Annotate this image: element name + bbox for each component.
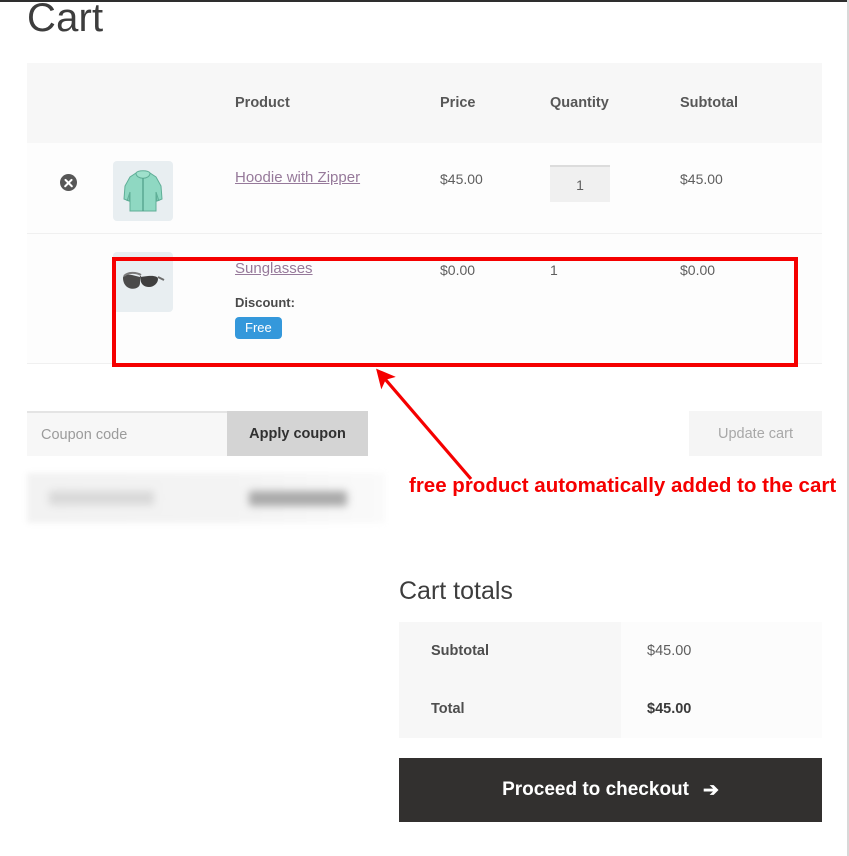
cart-table-body: Hoodie with Zipper $45.00 $45.00 xyxy=(27,143,822,364)
cart-page: Cart Product Price Quantity Subtotal Hoo… xyxy=(0,0,849,856)
hoodie-with-zipper-thumbnail[interactable] xyxy=(113,161,173,221)
totals-label-total: Total xyxy=(399,680,621,738)
product-name-cell: Hoodie with Zipper xyxy=(235,143,440,234)
column-header-price: Price xyxy=(440,95,476,111)
update-cart-button[interactable]: Update cart xyxy=(689,411,822,456)
column-header-product: Product xyxy=(235,95,290,111)
column-header-subtotal: Subtotal xyxy=(680,95,738,111)
redacted-value xyxy=(249,491,347,506)
cart-table-header: Product Price Quantity Subtotal xyxy=(27,63,822,143)
discount-label: Discount: xyxy=(235,294,295,310)
apply-coupon-button[interactable]: Apply coupon xyxy=(227,411,368,456)
totals-label-subtotal: Subtotal xyxy=(399,622,621,680)
column-header-thumbnail xyxy=(113,63,235,143)
cart-table: Product Price Quantity Subtotal Hoodie w… xyxy=(27,63,822,364)
product-link-sunglasses[interactable]: Sunglasses xyxy=(235,260,313,277)
checkout-button-label: Proceed to checkout xyxy=(502,779,689,800)
coupon-code-input[interactable] xyxy=(27,411,227,456)
price-cell: $45.00 xyxy=(440,143,550,234)
table-row: Total $45.00 xyxy=(399,680,822,738)
page-title: Cart xyxy=(27,0,104,40)
remove-cell xyxy=(27,143,113,234)
table-header-row: Product Price Quantity Subtotal xyxy=(27,63,822,143)
subtotal-cell: $45.00 xyxy=(680,143,822,234)
thumbnail-cell xyxy=(113,143,235,234)
column-header-remove xyxy=(27,63,113,143)
arrow-right-icon: ➔ xyxy=(702,779,719,801)
thumbnail-cell xyxy=(113,233,235,364)
remove-cell xyxy=(27,233,113,364)
subtotal-cell: $0.00 xyxy=(680,233,822,364)
price-cell: $0.00 xyxy=(440,233,550,364)
redacted-blurred-row xyxy=(27,473,385,523)
top-border xyxy=(0,0,849,2)
product-link-hoodie-with-zipper[interactable]: Hoodie with Zipper xyxy=(235,169,360,186)
status-badge-free: Free xyxy=(235,316,282,339)
cart-totals-table: Subtotal $45.00 Total $45.00 xyxy=(399,622,822,738)
sunglasses-thumbnail[interactable] xyxy=(113,251,173,312)
totals-value-total: $45.00 xyxy=(621,680,822,738)
totals-value-subtotal: $45.00 xyxy=(621,622,822,680)
proceed-to-checkout-button[interactable]: Proceed to checkout ➔ xyxy=(399,758,822,822)
cart-totals-title: Cart totals xyxy=(399,577,513,605)
column-header-quantity: Quantity xyxy=(550,95,609,111)
annotation-text: free product automatically added to the … xyxy=(409,474,837,497)
quantity-cell xyxy=(550,143,680,234)
product-name-cell: Sunglasses Discount: Free xyxy=(235,233,440,364)
remove-circle-x-icon[interactable] xyxy=(60,174,77,191)
quantity-input[interactable] xyxy=(550,165,610,202)
table-row: Sunglasses Discount: Free $0.00 1 $0.00 xyxy=(27,233,822,364)
table-row: Subtotal $45.00 xyxy=(399,622,822,680)
quantity-cell: 1 xyxy=(550,233,680,364)
redacted-label xyxy=(49,491,154,505)
table-row: Hoodie with Zipper $45.00 $45.00 xyxy=(27,143,822,234)
